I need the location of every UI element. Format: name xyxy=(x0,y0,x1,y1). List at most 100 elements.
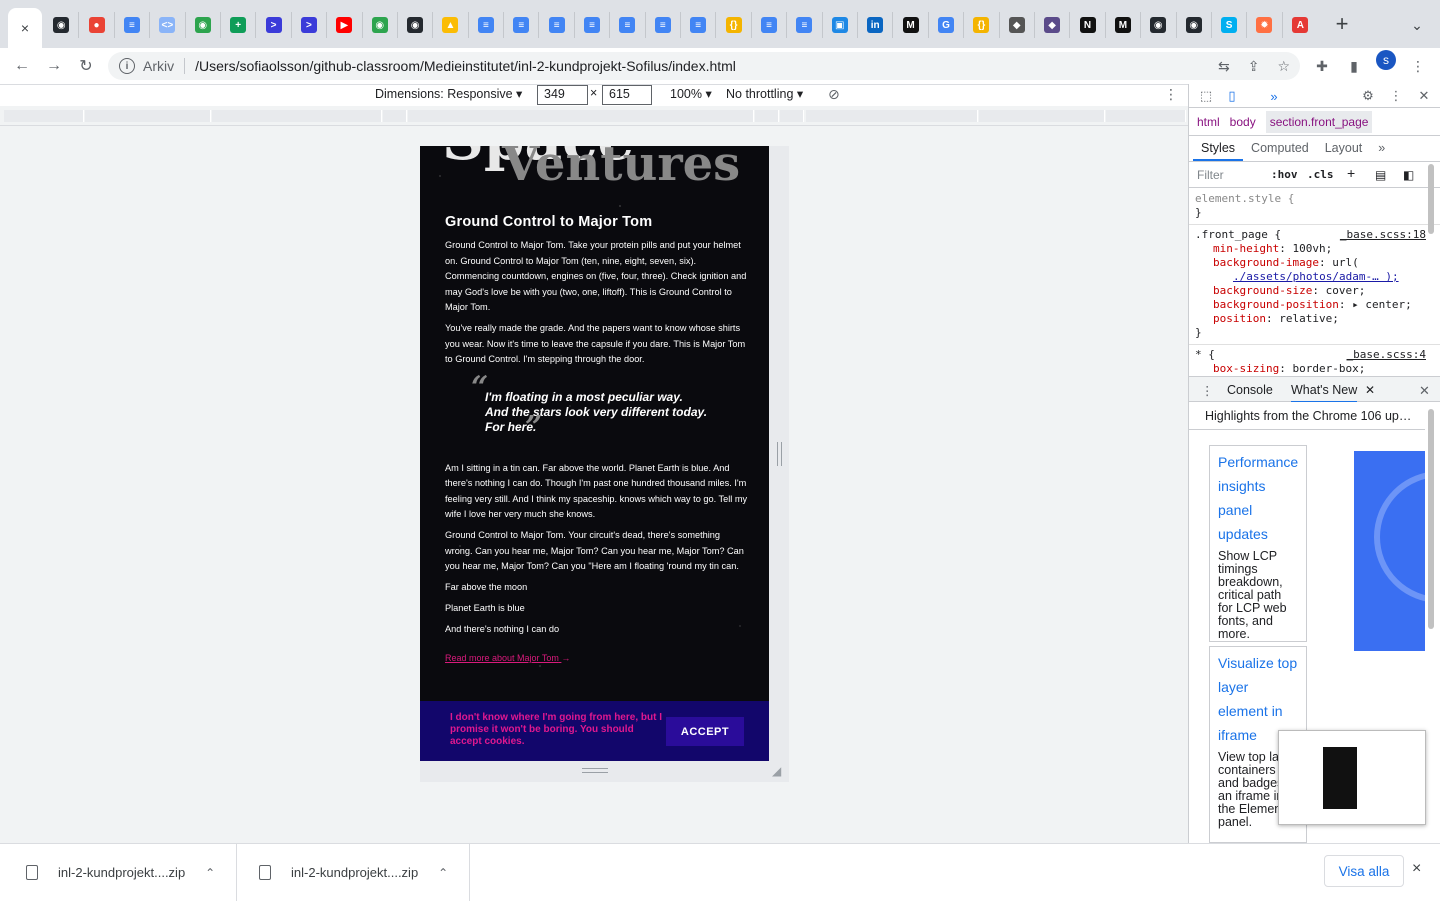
tab-layout[interactable]: Layout xyxy=(1317,141,1371,161)
accept-cookies-button[interactable]: ACCEPT xyxy=(666,717,744,746)
pinned-tab[interactable]: + xyxy=(221,12,257,38)
rule-selector[interactable]: .front_page { xyxy=(1195,228,1281,241)
media-query-bar[interactable] xyxy=(0,106,1188,126)
width-resize-handle[interactable] xyxy=(777,442,782,466)
device-more-icon[interactable]: ⋮ xyxy=(1164,86,1178,103)
close-drawer-icon[interactable]: ✕ xyxy=(1419,383,1430,399)
pinned-tab[interactable]: ◆ xyxy=(1035,12,1071,38)
breadcrumb-body[interactable]: body xyxy=(1230,115,1256,129)
pinned-tab[interactable]: <> xyxy=(150,12,186,38)
devtools-menu-icon[interactable]: ⋮ xyxy=(1387,87,1405,105)
media-query-segment[interactable] xyxy=(755,110,779,122)
hov-toggle[interactable]: :hov xyxy=(1271,168,1298,181)
pinned-tab[interactable]: ≡ xyxy=(115,12,151,38)
media-query-segment[interactable] xyxy=(780,110,804,122)
height-resize-handle[interactable] xyxy=(582,768,608,773)
drawer-scrollbar[interactable] xyxy=(1428,409,1434,629)
tab-console[interactable]: Console xyxy=(1227,383,1273,397)
pinned-tab[interactable]: {} xyxy=(716,12,752,38)
css-declaration[interactable]: ./assets/photos/adam-… ); xyxy=(1195,270,1440,284)
pinned-tab[interactable]: in xyxy=(858,12,894,38)
pinned-tab[interactable]: > xyxy=(256,12,292,38)
address-bar[interactable]: i Arkiv /Users/sofiaolsson/github-classr… xyxy=(108,52,1300,80)
url-text[interactable]: /Users/sofiaolsson/github-classroom/Medi… xyxy=(195,58,736,74)
pinned-tab[interactable]: G xyxy=(929,12,965,38)
media-query-segment[interactable] xyxy=(85,110,211,122)
rule-selector[interactable]: * { xyxy=(1195,348,1215,361)
read-more-link[interactable]: Read more about Major Tom → xyxy=(445,653,570,663)
reload-icon[interactable]: ↻ xyxy=(74,54,98,78)
rotate-icon[interactable]: ⊘ xyxy=(828,86,840,103)
profile-avatar[interactable]: s xyxy=(1376,50,1396,70)
chevron-up-icon[interactable]: ⌃ xyxy=(205,866,215,880)
corner-resize-handle[interactable]: ◢ xyxy=(772,764,781,778)
new-tab-button[interactable]: + xyxy=(1330,11,1354,36)
close-devtools-icon[interactable]: ✕ xyxy=(1415,87,1433,105)
new-rule-icon[interactable]: + xyxy=(1347,165,1355,181)
back-icon[interactable]: ← xyxy=(10,54,34,78)
dimensions-dropdown[interactable]: Dimensions: Responsive ▾ xyxy=(375,86,522,101)
pinned-tab[interactable]: A xyxy=(1283,12,1318,38)
media-query-segment[interactable] xyxy=(408,110,754,122)
cls-toggle[interactable]: .cls xyxy=(1307,168,1334,181)
pinned-tab[interactable]: ≡ xyxy=(646,12,682,38)
css-declaration[interactable]: background-position: ▸ center; xyxy=(1195,298,1440,312)
pinned-tab[interactable]: ◉ xyxy=(398,12,434,38)
zoom-dropdown[interactable]: 100% ▾ xyxy=(670,86,712,101)
screenshot-preview-thumbnail[interactable] xyxy=(1278,730,1426,825)
css-declaration[interactable]: min-height: 100vh; xyxy=(1195,242,1440,256)
download-item[interactable]: inl-2-kundprojekt....zip ⌃ xyxy=(0,844,237,901)
pinned-tab[interactable]: > xyxy=(292,12,328,38)
pinned-tab[interactable]: ≡ xyxy=(610,12,646,38)
pinned-tab[interactable]: ◉ xyxy=(44,12,80,38)
pinned-tab[interactable]: ≡ xyxy=(787,12,823,38)
translate-icon[interactable]: ⇆ xyxy=(1218,58,1230,75)
pinned-tab[interactable]: ● xyxy=(79,12,115,38)
close-downloads-icon[interactable]: × xyxy=(1412,860,1421,878)
inspect-element-icon[interactable]: ⬚ xyxy=(1197,87,1215,105)
tab-whats-new[interactable]: What's New xyxy=(1291,383,1358,403)
css-declaration[interactable]: box-sizing: border-box; xyxy=(1195,362,1440,376)
source-link[interactable]: _base.scss:4 xyxy=(1347,348,1426,362)
drawer-menu-icon[interactable]: ⋮ xyxy=(1201,383,1214,398)
pinned-tab[interactable]: S xyxy=(1212,12,1248,38)
menu-kebab-icon[interactable]: ⋮ xyxy=(1406,54,1430,78)
pinned-tab[interactable]: ≡ xyxy=(504,12,540,38)
active-tab[interactable]: × xyxy=(8,8,42,48)
more-panels-button[interactable]: » xyxy=(1265,87,1283,105)
pinned-tab[interactable]: ≡ xyxy=(575,12,611,38)
tab-search-button[interactable]: ⌄ xyxy=(1406,14,1428,36)
share-icon[interactable]: ⇪ xyxy=(1248,58,1260,75)
pinned-tab[interactable]: ✹ xyxy=(1247,12,1283,38)
more-tabs-chevron[interactable]: » xyxy=(1370,141,1393,161)
bookmark-star-icon[interactable]: ☆ xyxy=(1277,58,1290,75)
tab-styles[interactable]: Styles xyxy=(1193,141,1244,161)
breadcrumb-html[interactable]: html xyxy=(1197,115,1220,129)
side-panel-icon[interactable]: ▮ xyxy=(1342,54,1366,78)
css-declaration[interactable]: position: relative; xyxy=(1195,312,1440,326)
pinned-tab[interactable]: ▶ xyxy=(327,12,363,38)
styles-scrollbar[interactable] xyxy=(1428,164,1434,234)
pinned-tab[interactable]: ≡ xyxy=(752,12,788,38)
media-query-segment[interactable] xyxy=(806,110,978,122)
pinned-tab[interactable]: ≡ xyxy=(539,12,575,38)
throttling-dropdown[interactable]: No throttling ▾ xyxy=(726,86,803,101)
width-input[interactable]: 349 xyxy=(537,85,588,105)
media-query-segment[interactable] xyxy=(979,110,1105,122)
download-item[interactable]: inl-2-kundprojekt....zip ⌃ xyxy=(237,844,470,901)
pinned-tab[interactable]: ◆ xyxy=(1000,12,1035,38)
height-input[interactable]: 615 xyxy=(602,85,652,105)
pinned-tab[interactable]: ◉ xyxy=(186,12,221,38)
device-toggle-icon[interactable]: ▯ xyxy=(1223,87,1241,105)
filter-input[interactable]: Filter xyxy=(1197,168,1224,182)
feature-title-link[interactable]: Performance insights panel updates xyxy=(1218,450,1298,546)
pinned-tab[interactable]: ◉ xyxy=(1177,12,1212,38)
paint-icon[interactable]: ▤ xyxy=(1375,168,1386,182)
pinned-tab[interactable]: {} xyxy=(964,12,1000,38)
pinned-tab[interactable]: ◉ xyxy=(1141,12,1177,38)
media-query-segment[interactable] xyxy=(212,110,382,122)
settings-gear-icon[interactable]: ⚙ xyxy=(1359,87,1377,105)
pinned-tab[interactable]: ▣ xyxy=(823,12,858,38)
pinned-tab[interactable]: ≡ xyxy=(469,12,505,38)
css-declaration[interactable]: background-image: url( xyxy=(1195,256,1440,270)
